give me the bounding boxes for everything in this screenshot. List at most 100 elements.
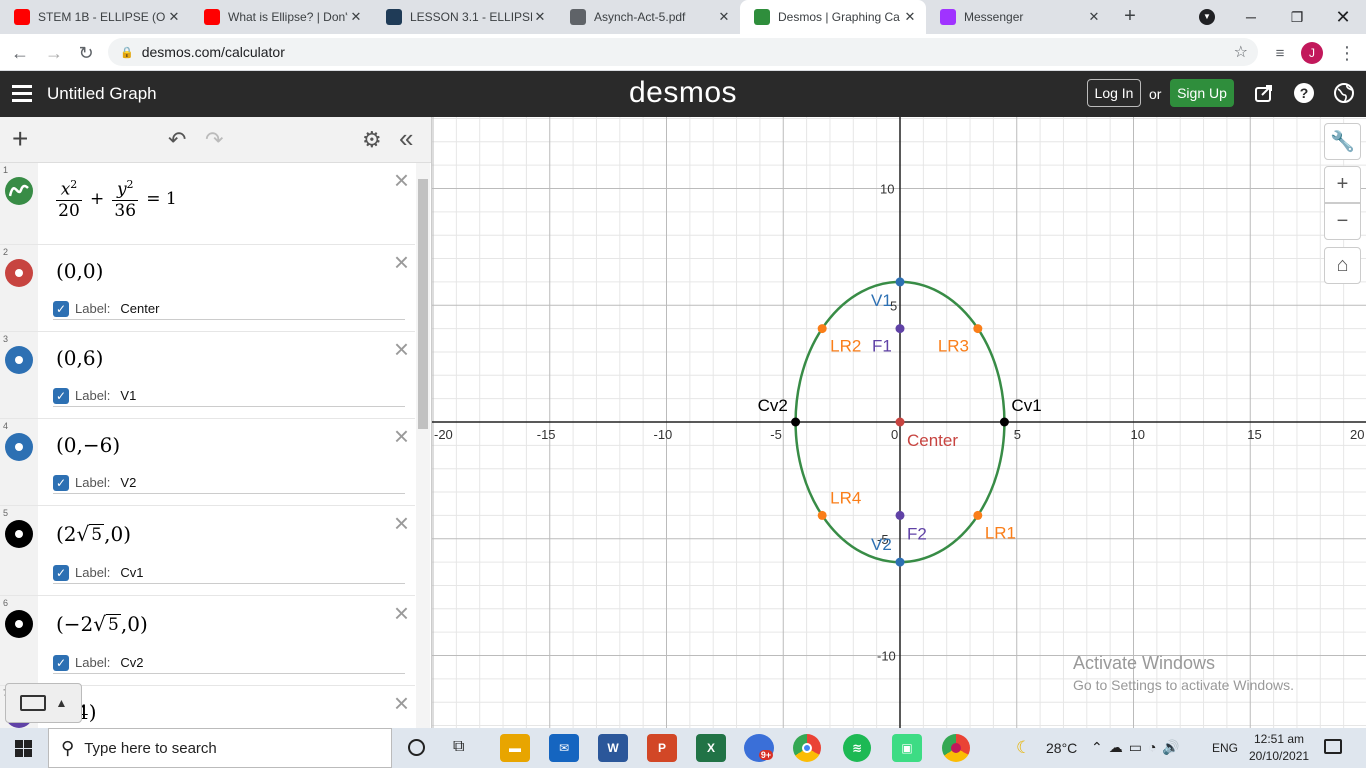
powerpoint-icon[interactable]: P [647, 734, 677, 762]
label-checkbox[interactable]: ✓ [53, 387, 69, 404]
browser-tab[interactable]: Messenger ✕ [926, 0, 1110, 34]
globe-icon[interactable] [1333, 82, 1355, 104]
weather-temp[interactable]: 28°C [1046, 740, 1077, 756]
graph-paper[interactable]: -20 -15 -10 -5 0 5 10 15 20 10 5 -5 -10 Center V1 V2 Cv… [432, 117, 1366, 728]
help-icon[interactable]: ? [1294, 83, 1314, 103]
settings-icon[interactable]: ⚙ [362, 127, 382, 153]
tray-icons[interactable]: ⌃☁▭◔🔊 [1091, 739, 1186, 756]
tab-search-button[interactable]: ▼ [1184, 0, 1230, 34]
expression-item[interactable]: 4 (0,−6) ✓ Label: V2 × [0, 419, 415, 506]
point-math[interactable]: (2 √ 5,0) [56, 522, 131, 546]
tab-close-icon[interactable]: ✕ [166, 9, 182, 25]
browser-tab[interactable]: LESSON 3.1 - ELLIPSE ✕ [372, 0, 556, 34]
expression-item[interactable]: 2 (0,0) ✓ Label: Center × [0, 245, 415, 332]
delete-expression-button[interactable]: × [394, 336, 409, 362]
label-input[interactable]: Cv2 [120, 655, 143, 670]
expression-item[interactable]: 5 (2 √ 5,0) ✓ Label: Cv1 × [0, 506, 415, 596]
collapse-panel-icon[interactable]: « [399, 123, 413, 154]
close-window-button[interactable]: ✕ [1320, 0, 1366, 34]
point-icon[interactable] [5, 346, 33, 374]
profile-avatar[interactable]: J [1301, 42, 1323, 64]
keypad-toggle-button[interactable]: ▲ [5, 683, 82, 723]
delete-expression-button[interactable]: × [394, 510, 409, 536]
chrome-icon[interactable] [793, 734, 821, 762]
label-checkbox[interactable]: ✓ [53, 564, 69, 581]
point-math[interactable]: (0,0) [56, 259, 103, 283]
point-icon[interactable] [5, 610, 33, 638]
point-math[interactable]: (0,6) [56, 346, 103, 370]
point-icon[interactable] [5, 433, 33, 461]
android-app-icon[interactable]: ▣ [892, 734, 922, 762]
clock-time[interactable]: 12:51 am [1254, 732, 1304, 746]
scrollbar-thumb[interactable] [418, 179, 428, 429]
browser-tab[interactable]: What is Ellipse? | Don't ✕ [190, 0, 372, 34]
chrome-profile-icon[interactable]: 9+ [744, 734, 774, 762]
star-icon[interactable]: ☆ [1234, 42, 1248, 62]
redo-button[interactable]: ↷ [205, 127, 223, 153]
label-input[interactable]: V1 [120, 388, 136, 403]
point-icon[interactable] [5, 259, 33, 287]
delete-expression-button[interactable]: × [394, 167, 409, 193]
word-icon[interactable]: W [598, 734, 628, 762]
tab-close-icon[interactable]: ✕ [902, 9, 918, 25]
forward-button[interactable]: → [42, 41, 66, 65]
point-math[interactable]: (0,−6) [56, 433, 120, 457]
tab-close-icon[interactable]: ✕ [348, 9, 364, 25]
minimize-button[interactable]: ─ [1228, 0, 1274, 34]
excel-icon[interactable]: X [696, 734, 726, 762]
label-checkbox[interactable]: ✓ [53, 300, 69, 317]
weather-moon-icon[interactable]: ☾ [1016, 738, 1031, 758]
browser-tab[interactable]: STEM 1B - ELLIPSE (OF ✕ [0, 0, 190, 34]
equation-math[interactable]: x2 20 + y2 36 = 1 [56, 178, 177, 221]
media-control-button[interactable]: ≡ [1268, 41, 1292, 65]
undo-button[interactable]: ↶ [168, 127, 186, 153]
share-icon[interactable] [1254, 83, 1274, 103]
tab-close-icon[interactable]: ✕ [532, 9, 548, 25]
file-explorer-icon[interactable]: ▬ [500, 734, 530, 762]
default-viewport-button[interactable]: ⌂ [1324, 247, 1361, 284]
reload-button[interactable]: ↻ [74, 41, 98, 65]
windows-start-icon[interactable] [15, 740, 32, 757]
mail-icon[interactable]: ✉ [549, 734, 579, 762]
task-view-icon[interactable]: ⧉ [453, 738, 464, 756]
back-button[interactable]: ← [8, 41, 32, 65]
graph-settings-button[interactable]: 🔧 [1324, 123, 1361, 160]
label-input[interactable]: V2 [120, 475, 136, 490]
tab-close-icon[interactable]: ✕ [716, 9, 732, 25]
restore-button[interactable]: ❐ [1274, 0, 1320, 34]
chrome-profile-j-icon[interactable] [942, 734, 970, 762]
panel-scrollbar[interactable] [416, 163, 430, 728]
browser-tab[interactable]: Desmos | Graphing Ca ✕ [740, 0, 926, 34]
spotify-icon[interactable]: ≋ [843, 734, 871, 762]
delete-expression-button[interactable]: × [394, 690, 409, 716]
expression-item[interactable]: 3 (0,6) ✓ Label: V1 × [0, 332, 415, 419]
graph-svg[interactable]: -20 -15 -10 -5 0 5 10 15 20105-5-10 CenterV1V2Cv… [432, 117, 1366, 728]
graph-curve-icon[interactable] [5, 177, 33, 205]
language-indicator[interactable]: ENG [1212, 741, 1238, 755]
clock-date[interactable]: 20/10/2021 [1249, 749, 1309, 763]
point-math[interactable]: (−2 √ 5,0) [56, 612, 148, 636]
url-bar[interactable]: 🔒 desmos.com/calculator ☆ [108, 38, 1258, 66]
zoom-in-button[interactable]: + [1324, 166, 1361, 203]
notification-center-icon[interactable] [1324, 739, 1342, 754]
browser-tab[interactable]: Asynch-Act-5.pdf ✕ [556, 0, 740, 34]
login-button[interactable]: Log In [1087, 79, 1141, 107]
add-item-button[interactable]: + [12, 125, 28, 153]
label-input[interactable]: Center [120, 301, 159, 316]
menu-button[interactable]: ⋮ [1335, 41, 1359, 65]
new-tab-button[interactable]: + [1118, 5, 1142, 29]
zoom-out-button[interactable]: − [1324, 203, 1361, 240]
cortana-icon[interactable] [408, 739, 425, 756]
delete-expression-button[interactable]: × [394, 600, 409, 626]
label-input[interactable]: Cv1 [120, 565, 143, 580]
delete-expression-button[interactable]: × [394, 249, 409, 275]
taskbar-search-box[interactable]: ⚲ Type here to search [48, 728, 392, 768]
label-checkbox[interactable]: ✓ [53, 654, 69, 671]
point-icon[interactable] [5, 520, 33, 548]
delete-expression-button[interactable]: × [394, 423, 409, 449]
expression-item[interactable]: 6 (−2 √ 5,0) ✓ Label: Cv2 × [0, 596, 415, 686]
label-checkbox[interactable]: ✓ [53, 474, 69, 491]
expression-item[interactable]: 1 x2 20 + y2 36 = 1 × [0, 163, 415, 245]
tab-close-icon[interactable]: ✕ [1086, 9, 1102, 25]
signup-button[interactable]: Sign Up [1170, 79, 1234, 107]
